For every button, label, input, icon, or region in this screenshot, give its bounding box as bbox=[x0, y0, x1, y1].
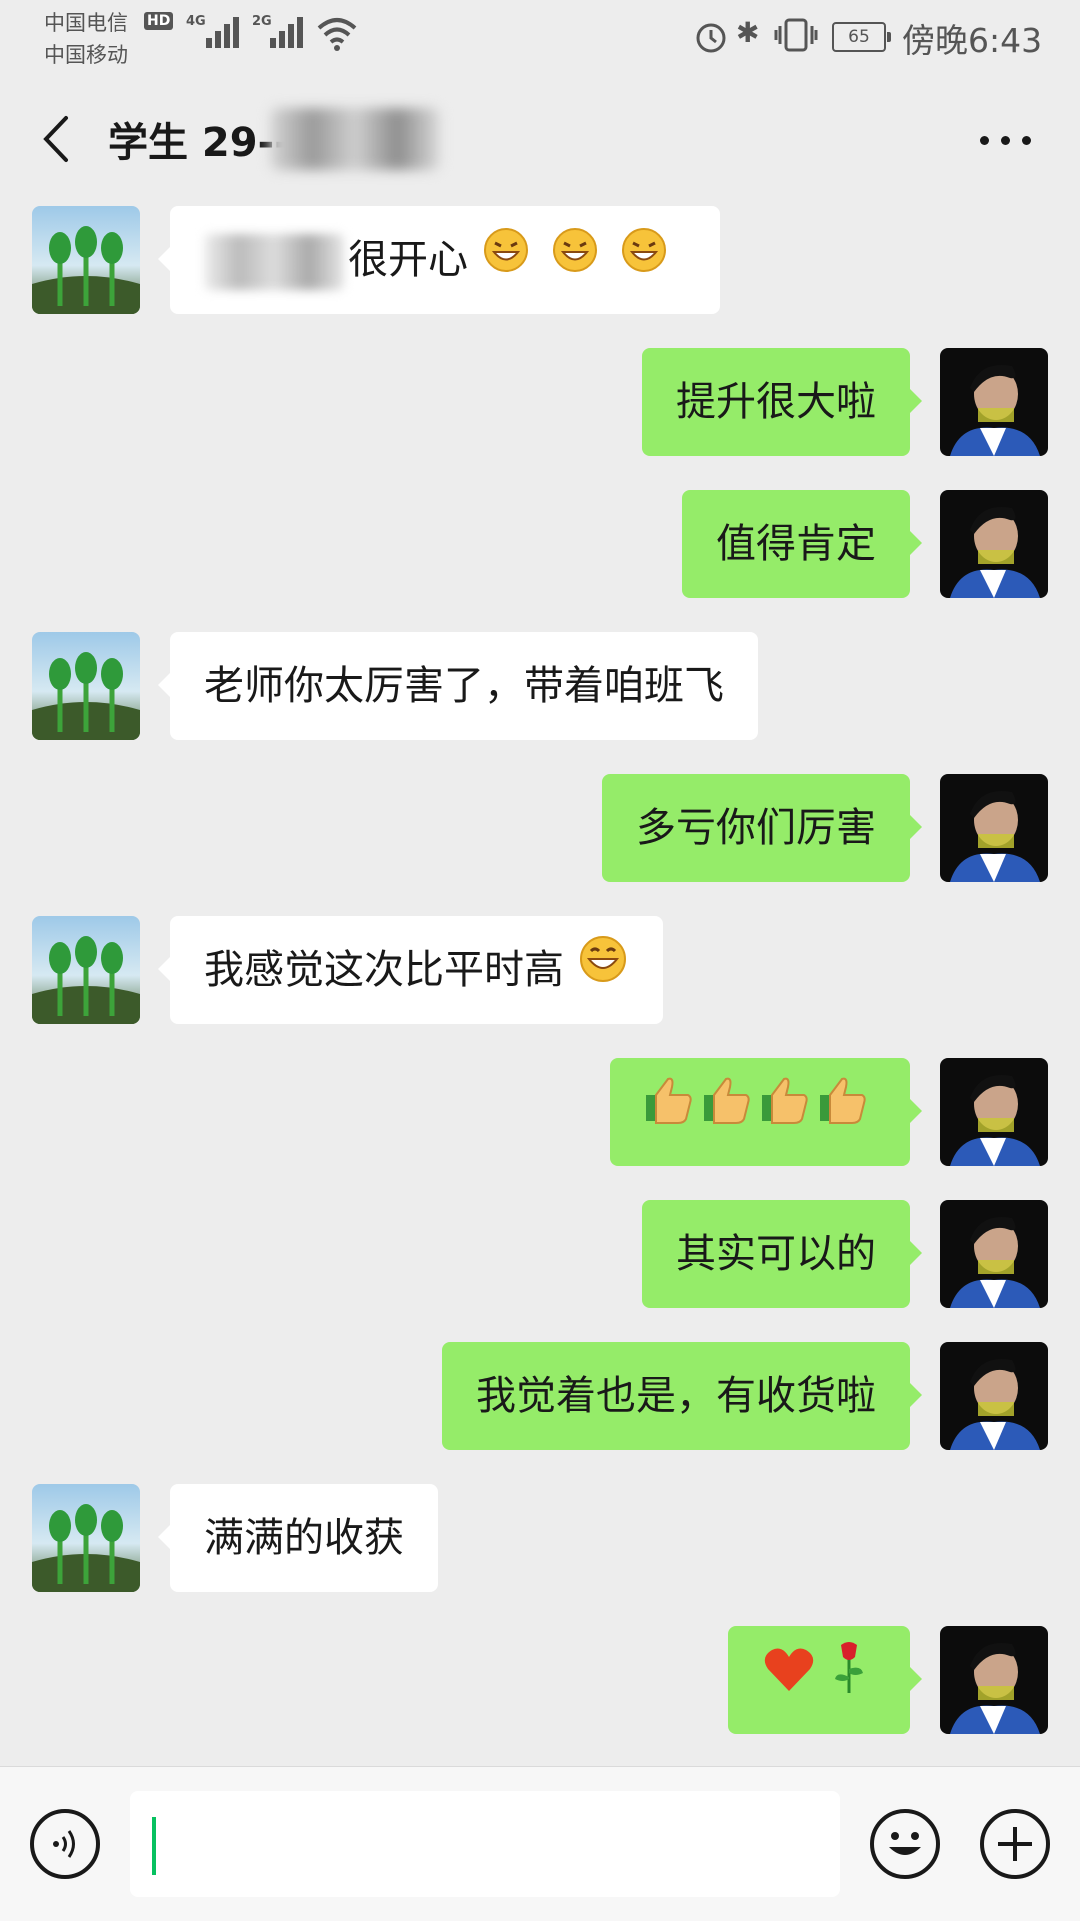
signal-icon bbox=[206, 14, 246, 48]
message-bubble-incoming[interactable]: 很开心 bbox=[158, 206, 720, 316]
blurred-name bbox=[270, 108, 440, 170]
rose-icon bbox=[829, 1628, 869, 1736]
back-arrow-icon[interactable] bbox=[36, 112, 76, 166]
message-bubble-outgoing[interactable]: 其实可以的 bbox=[642, 1200, 922, 1308]
alarm-icon bbox=[696, 23, 726, 53]
message-bubble-outgoing[interactable] bbox=[728, 1626, 922, 1736]
my-avatar[interactable] bbox=[940, 1058, 1048, 1166]
message-text: 我感觉这次比平时高 bbox=[204, 947, 564, 993]
blurred-text bbox=[204, 234, 344, 290]
message-bubble-outgoing[interactable]: 我觉着也是，有收货啦 bbox=[442, 1342, 922, 1450]
clock: 傍晚6:43 bbox=[902, 21, 1043, 60]
carrier-1: 中国电信 bbox=[44, 11, 128, 35]
chat-header: 学生 29-- bbox=[0, 78, 1080, 200]
message-bubble-outgoing[interactable]: 值得肯定 bbox=[682, 490, 922, 598]
message-text: 其实可以的 bbox=[676, 1231, 876, 1277]
carrier-2: 中国移动 bbox=[44, 43, 128, 67]
message-text: 值得肯定 bbox=[716, 521, 876, 567]
message-text: 很开心 bbox=[348, 237, 468, 283]
grin-emoji-icon bbox=[577, 918, 629, 1026]
net-label-2: 2G bbox=[252, 14, 272, 29]
heart-icon bbox=[762, 1628, 816, 1736]
my-avatar[interactable] bbox=[940, 490, 1048, 598]
message-text: 老师你太厉害了，带着咱班飞 bbox=[204, 663, 724, 709]
message-bubble-incoming[interactable]: 老师你太厉害了，带着咱班飞 bbox=[158, 632, 758, 740]
message-text: 提升很大啦 bbox=[676, 379, 876, 425]
plus-icon[interactable] bbox=[980, 1809, 1050, 1879]
thumbs-up-icon bbox=[644, 1060, 876, 1168]
my-avatar[interactable] bbox=[940, 1200, 1048, 1308]
status-bar: 中国电信 中国移动 HD 4G 2G ✱ 65 傍晚6:43 bbox=[0, 0, 1080, 78]
wifi-icon bbox=[317, 18, 357, 51]
battery-icon: 65 bbox=[832, 22, 891, 52]
message-text: 多亏你们厉害 bbox=[636, 805, 876, 851]
message-bubble-incoming[interactable]: 满满的收获 bbox=[158, 1484, 438, 1592]
signal-icon-2 bbox=[270, 14, 310, 48]
my-avatar[interactable] bbox=[940, 348, 1048, 456]
message-bubble-outgoing[interactable]: 提升很大啦 bbox=[642, 348, 922, 456]
message-bubble-outgoing[interactable] bbox=[610, 1058, 922, 1168]
contact-avatar[interactable] bbox=[32, 1484, 140, 1592]
my-avatar[interactable] bbox=[940, 1626, 1048, 1734]
input-bar bbox=[0, 1766, 1080, 1921]
message-bubble-outgoing[interactable]: 多亏你们厉害 bbox=[602, 774, 922, 882]
grin-emoji-icon bbox=[481, 208, 669, 316]
vibrate-icon bbox=[774, 18, 818, 52]
hd-badge: HD bbox=[144, 12, 174, 30]
more-icon[interactable] bbox=[976, 122, 1036, 156]
message-bubble-incoming[interactable]: 我感觉这次比平时高 bbox=[158, 916, 663, 1026]
contact-avatar[interactable] bbox=[32, 916, 140, 1024]
message-text: 满满的收获 bbox=[204, 1515, 404, 1561]
contact-avatar[interactable] bbox=[32, 632, 140, 740]
my-avatar[interactable] bbox=[940, 774, 1048, 882]
net-label-1: 4G bbox=[186, 14, 206, 29]
emoji-icon[interactable] bbox=[870, 1809, 940, 1879]
my-avatar[interactable] bbox=[940, 1342, 1048, 1450]
message-text: 我觉着也是，有收货啦 bbox=[476, 1373, 876, 1419]
bluetooth-icon: ✱ bbox=[736, 16, 760, 49]
voice-icon[interactable] bbox=[30, 1809, 100, 1879]
message-input[interactable] bbox=[130, 1791, 840, 1897]
contact-avatar[interactable] bbox=[32, 206, 140, 314]
text-cursor bbox=[152, 1817, 156, 1875]
chat-title: 学生 29-- bbox=[108, 120, 291, 166]
